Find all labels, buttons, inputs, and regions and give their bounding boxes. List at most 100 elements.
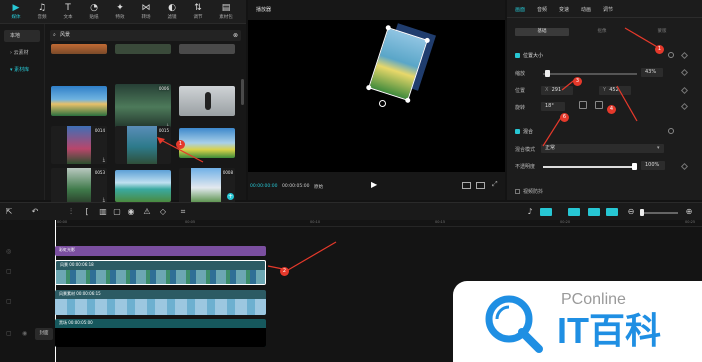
main-track-toggle[interactable] xyxy=(606,208,618,216)
video-clip[interactable]: 风景素材 00:00:06:15 xyxy=(55,290,266,315)
tab-media[interactable]: ▶ 媒体 xyxy=(4,2,28,22)
media-thumb[interactable] xyxy=(179,86,235,116)
track-lock-icon[interactable]: ▢ xyxy=(6,298,12,305)
add-icon[interactable]: + xyxy=(227,193,234,200)
link-toggle[interactable] xyxy=(568,208,580,216)
tab-adjust[interactable]: ⇅ 调节 xyxy=(186,2,210,22)
play-clip-icon[interactable]: ◉ xyxy=(126,207,136,217)
zoom-out-icon[interactable]: ⊖ xyxy=(626,207,636,217)
media-thumb[interactable] xyxy=(115,44,171,54)
filter-icon: ◐ xyxy=(168,3,176,13)
clear-icon[interactable]: ⊗ xyxy=(233,30,238,41)
mic-icon[interactable]: ♪ xyxy=(525,207,535,217)
resize-handle[interactable] xyxy=(365,84,372,91)
tab-transition[interactable]: ⋈ 转场 xyxy=(134,2,158,22)
nav-local[interactable]: 本地 xyxy=(4,30,40,42)
time-ruler[interactable]: 00:00 00:05 00:10 00:15 00:20 00:25 xyxy=(55,220,702,227)
preview-canvas[interactable] xyxy=(248,20,505,172)
zoom-slider[interactable] xyxy=(640,212,678,214)
watermark: PConline IT百科 xyxy=(453,281,702,362)
text-icon: T xyxy=(65,3,71,13)
rotate-handle[interactable] xyxy=(379,100,386,107)
media-thumb[interactable] xyxy=(51,86,107,116)
mirror-icon[interactable]: ◇ xyxy=(158,207,168,217)
media-thumb[interactable]: 0006⤓ xyxy=(115,84,171,130)
selected-clip[interactable] xyxy=(365,24,431,104)
track-lock-icon[interactable]: ▢ xyxy=(6,268,12,275)
audio-icon: ♫ xyxy=(37,3,47,13)
tab-sticker[interactable]: ◔ 贴纸 xyxy=(82,2,106,22)
zoom-in-icon[interactable]: ⊕ xyxy=(684,207,694,217)
tab-audio[interactable]: ♫ 音频 xyxy=(30,2,54,22)
media-thumb[interactable]: 0053 ⤓ xyxy=(51,168,107,204)
download-icon[interactable]: ⤓ xyxy=(103,157,105,163)
warning-icon[interactable]: ⚠ xyxy=(142,207,152,217)
annotation-badge: 1 xyxy=(176,140,185,149)
zoom-slider-thumb[interactable] xyxy=(640,209,644,216)
chevron-down-icon: ▾ xyxy=(10,67,13,73)
cover-button[interactable]: 封面 xyxy=(35,328,53,340)
media-icon: ▶ xyxy=(12,3,20,13)
media-thumb[interactable]: 0014 ⤓ xyxy=(51,126,107,164)
split-icon[interactable]: ⫶ xyxy=(66,207,76,217)
tab-effects[interactable]: ✦ 特效 xyxy=(108,2,132,22)
select-tool-icon[interactable]: ⇱ xyxy=(4,207,14,217)
freeze-icon[interactable]: ▢ xyxy=(112,207,122,217)
transition-icon: ⋈ xyxy=(141,3,151,13)
tab-text[interactable]: T 文本 xyxy=(56,2,80,22)
player-panel: 播放器 00:00:00:00 00:00:05:00 原始 ▶ ⤢ xyxy=(248,0,505,200)
effect-track-icon: ◎ xyxy=(6,248,12,255)
media-thumb[interactable]: 0008 + xyxy=(179,168,235,204)
search-input[interactable]: ⌕ 风景 ⊗ xyxy=(50,30,241,41)
annotation-badge: 3 xyxy=(573,77,582,86)
media-thumb[interactable] xyxy=(51,44,107,54)
undo-icon[interactable]: ↶ xyxy=(30,207,40,217)
resize-handle[interactable] xyxy=(385,24,392,31)
annotation-badge: 1 xyxy=(655,45,664,54)
total-time: 00:00:05:00 xyxy=(282,184,310,189)
eye-icon[interactable]: ◉ xyxy=(22,330,27,337)
preview-axis-toggle[interactable] xyxy=(588,208,600,216)
delete-icon[interactable]: ▥ xyxy=(98,207,108,217)
media-thumb[interactable] xyxy=(115,170,171,202)
tab-pack[interactable]: ▤ 素材包 xyxy=(212,2,240,22)
top-toolbar: ▶ 媒体 ♫ 音频 T 文本 ◔ 贴纸 ✦ 特效 ⋈ 转场 ◐ 滤镜 ⇅ 调节 ▤ 素材包 xyxy=(0,0,246,24)
play-icon[interactable]: ▶ xyxy=(371,180,377,189)
resize-handle[interactable] xyxy=(404,97,411,104)
watermark-name: IT百科 xyxy=(557,310,661,351)
effect-clip[interactable]: 彩虹光影 xyxy=(55,246,266,256)
chevron-right-icon: › xyxy=(10,50,12,56)
ratio-icon[interactable] xyxy=(476,182,485,189)
tab-filter[interactable]: ◐ 滤镜 xyxy=(160,2,184,22)
adjust-icon: ⇅ xyxy=(194,3,202,13)
search-icon: ⌕ xyxy=(53,32,56,38)
annotation-badge: 6 xyxy=(560,113,569,122)
nav-cloud[interactable]: › 云素材 xyxy=(4,47,40,59)
properties-panel: 画面 音频 变速 动画 调节 基础 抠像 蒙版 位置大小 缩放 43% 位置 X… xyxy=(507,0,702,200)
crop-icon[interactable]: ⌗ xyxy=(178,207,188,217)
black-clip[interactable]: 黑场 00:00:05:00 xyxy=(55,319,266,347)
ratio-select[interactable]: 原始 xyxy=(314,184,323,190)
media-scrollbar[interactable] xyxy=(241,79,244,105)
annotation-arrows xyxy=(542,27,660,147)
nav-library[interactable]: ▾ 素材库 xyxy=(4,64,40,76)
annotation-badge: 2 xyxy=(280,267,289,276)
timeline-toolbar: ⇱ ↶ ⫶ [ ▥ ▢ ◉ ⚠ ◇ ⌗ ♪ ⊖ ⊕ xyxy=(0,202,702,220)
media-library: ⌕ 风景 ⊗ 0006⤓ 0014⤓ 0015 0053⤓ 0008+ 0028… xyxy=(45,24,246,224)
current-time: 00:00:00:00 xyxy=(250,184,278,189)
player-title: 播放器 xyxy=(256,7,272,13)
annotation-arrow xyxy=(157,137,204,163)
pconline-logo xyxy=(485,295,543,353)
media-thumb[interactable] xyxy=(179,44,235,54)
snap-toggle[interactable] xyxy=(540,208,552,216)
effects-icon: ✦ xyxy=(116,3,124,13)
video-clip-selected[interactable]: 风景 00:00:06:18 xyxy=(55,260,266,285)
annotation-arrow xyxy=(267,241,337,271)
screenshot-icon[interactable] xyxy=(462,182,471,189)
left-nav: 本地 › 云素材 ▾ 素材库 xyxy=(0,24,45,200)
pack-icon: ▤ xyxy=(221,3,231,13)
annotation-badge: 4 xyxy=(607,105,616,114)
split-left-icon[interactable]: [ xyxy=(82,207,92,217)
fullscreen-icon[interactable]: ⤢ xyxy=(492,180,498,189)
track-lock-icon[interactable]: ▢ xyxy=(6,330,12,337)
